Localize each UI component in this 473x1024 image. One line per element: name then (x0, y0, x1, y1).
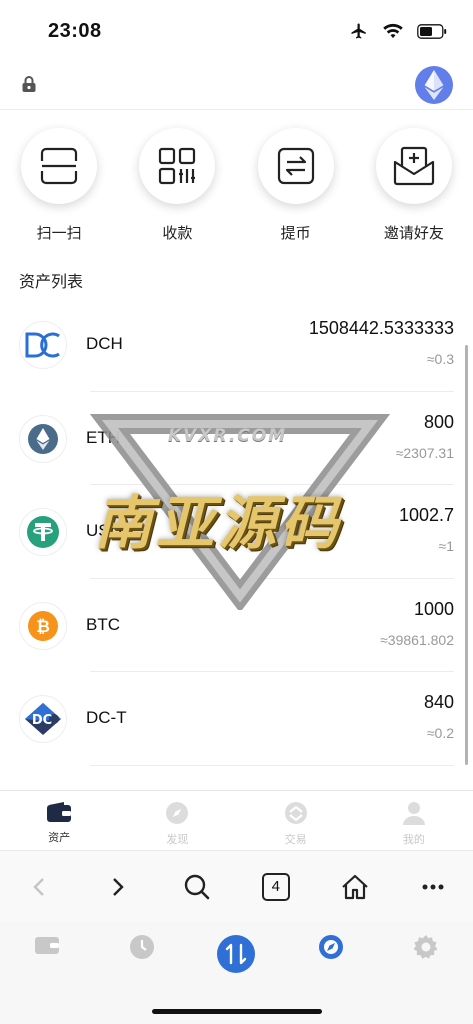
asset-symbol: DC-T (86, 708, 127, 727)
asset-row-dch[interactable]: DCH 1508442.5333333 ≈0.3 (0, 298, 473, 392)
tab-trade[interactable]: 交易 (237, 791, 355, 850)
wallet-card-icon (35, 937, 60, 954)
more-dots-icon (422, 884, 444, 889)
qr-code-icon (139, 128, 216, 204)
browser-toolbar: 4 (0, 850, 473, 922)
wifi-icon (383, 23, 403, 39)
svg-text:DC: DC (32, 713, 52, 728)
dct-logo-icon: DC (19, 695, 67, 743)
lock-icon[interactable] (21, 75, 37, 93)
withdraw-button[interactable]: 提币 (237, 128, 355, 243)
back-button[interactable] (0, 851, 79, 923)
usdt-logo-icon (19, 508, 67, 556)
scan-button[interactable]: 扫一扫 (0, 128, 118, 243)
tab-label: 资产 (48, 831, 71, 844)
asset-symbol: USDT (86, 521, 133, 540)
list-scrollbar[interactable] (465, 345, 468, 765)
clock-icon (129, 935, 154, 959)
asset-row-btc[interactable]: ₿ BTC 1000 ≈39861.802 (0, 579, 473, 672)
invite-envelope-icon (375, 128, 452, 204)
asset-amount: 1508442.5333333 (308, 318, 454, 338)
chevron-left-icon (33, 877, 45, 896)
asset-fiat-value: ≈2307.31 (395, 444, 454, 461)
tab-discover[interactable]: 发现 (118, 791, 236, 850)
compass-icon (319, 935, 344, 959)
asset-amount: 1000 (413, 598, 454, 619)
compass-icon (166, 802, 189, 824)
asset-row-usdt[interactable]: USDT 1002.7 ≈1 (0, 485, 473, 579)
browser-search-button[interactable] (158, 851, 237, 923)
scan-icon (21, 128, 98, 204)
status-icons (349, 22, 447, 40)
battery-icon (417, 23, 447, 39)
tabs-count: 4 (261, 872, 290, 901)
invite-friends-button[interactable]: 邀请好友 (355, 128, 473, 243)
airplane-mode-icon (351, 23, 366, 39)
quick-actions: 扫一扫 收款 提币 邀请好友 (0, 128, 473, 243)
asset-row-dct[interactable]: DC DC-T 840 ≈0.2 (0, 672, 473, 766)
asset-amount: 840 (423, 692, 454, 712)
tabs-button[interactable]: 4 (236, 851, 315, 923)
scan-label: 扫一扫 (36, 224, 82, 242)
withdraw-label: 提币 (280, 224, 311, 242)
tab-label: 我的 (402, 833, 425, 846)
home-indicator[interactable] (152, 1009, 322, 1014)
status-bar: 23:08 (0, 0, 473, 62)
trade-icon (284, 802, 307, 824)
gear-icon (413, 935, 438, 959)
tab-label: 交易 (284, 833, 307, 846)
status-time: 23:08 (48, 20, 102, 42)
asset-fiat-value: ≈39861.802 (380, 631, 454, 648)
asset-row-eth[interactable]: ETH 800 ≈2307.31 (0, 392, 473, 485)
invite-friends-label: 邀请好友 (383, 224, 444, 242)
more-button[interactable] (394, 851, 473, 923)
asset-symbol: ETH (86, 427, 120, 447)
asset-list: DCH 1508442.5333333 ≈0.3 ETH 800 ≈2307.3… (0, 298, 473, 766)
network-avatar-eth-icon[interactable] (415, 66, 453, 104)
eth-logo-icon (19, 414, 67, 463)
btc-logo-icon: ₿ (19, 601, 67, 650)
chevron-right-icon (113, 877, 124, 896)
asset-amount: 1002.7 (398, 505, 454, 525)
app-tab-bar: 资产 发现 交易 我的 (0, 790, 473, 850)
wallet-icon (47, 802, 72, 822)
asset-fiat-value: ≈0.2 (426, 725, 454, 741)
dch-logo-icon (19, 321, 67, 369)
home-button[interactable] (315, 851, 394, 923)
asset-list-title: 资产列表 (19, 272, 84, 291)
profile-icon (402, 802, 425, 825)
tab-profile[interactable]: 我的 (355, 791, 473, 850)
tab-assets[interactable]: 资产 (0, 791, 118, 850)
wallet-header (0, 62, 473, 110)
row-divider (90, 764, 454, 766)
receive-label: 收款 (162, 224, 193, 242)
home-icon (341, 874, 368, 899)
svg-text:₿: ₿ (36, 617, 50, 637)
forward-button[interactable] (79, 851, 158, 923)
swap-arrows-icon (217, 935, 256, 973)
tab-label: 发现 (166, 833, 189, 846)
dock-settings-button[interactable] (378, 934, 473, 1024)
dock-wallet-button[interactable] (0, 934, 95, 1024)
asset-symbol: BTC (86, 614, 120, 634)
transfer-icon (257, 128, 334, 204)
asset-fiat-value: ≈0.3 (426, 351, 454, 367)
asset-fiat-value: ≈1 (438, 538, 454, 554)
system-dock (0, 922, 473, 1024)
asset-amount: 800 (423, 411, 454, 432)
asset-symbol: DCH (86, 334, 123, 353)
receive-button[interactable]: 收款 (118, 128, 236, 243)
search-icon (184, 874, 210, 899)
